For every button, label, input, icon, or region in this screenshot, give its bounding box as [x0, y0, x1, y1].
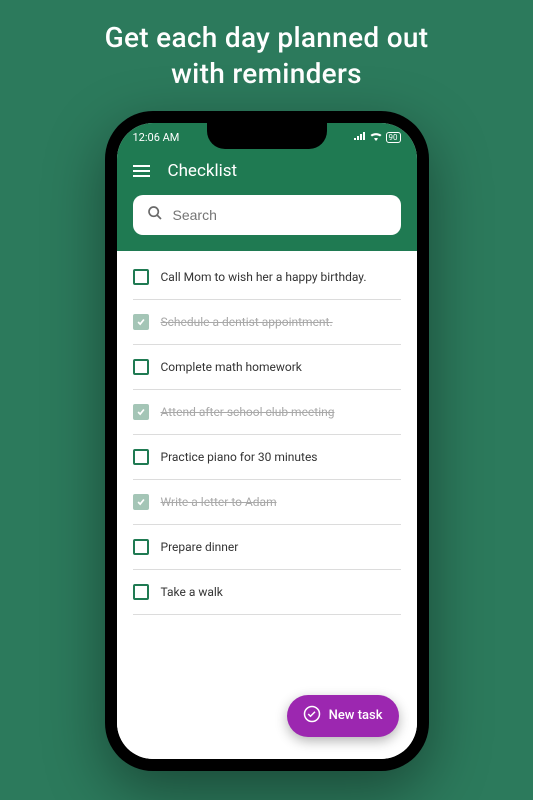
task-item[interactable]: Write a letter to Adam: [133, 480, 401, 525]
status-right: 90: [354, 132, 401, 144]
header-top: Checklist: [133, 161, 401, 181]
check-circle-icon: [303, 705, 321, 727]
task-checkbox[interactable]: [133, 539, 149, 555]
task-label: Prepare dinner: [161, 540, 239, 554]
promo-line2: with reminders: [171, 57, 362, 90]
task-item[interactable]: Practice piano for 30 minutes: [133, 435, 401, 480]
task-checkbox[interactable]: [133, 359, 149, 375]
task-label: Write a letter to Adam: [161, 495, 277, 509]
task-item[interactable]: Schedule a dentist appointment.: [133, 300, 401, 345]
promo-heading: Get each day planned out with reminders: [105, 20, 429, 93]
task-label: Take a walk: [161, 585, 223, 599]
task-list: Call Mom to wish her a happy birthday. Sc…: [117, 251, 417, 759]
promo-line1: Get each day planned out: [105, 21, 429, 54]
task-item[interactable]: Call Mom to wish her a happy birthday.: [133, 255, 401, 300]
menu-icon[interactable]: [133, 165, 150, 177]
search-box[interactable]: [133, 195, 401, 235]
task-checkbox[interactable]: [133, 449, 149, 465]
task-checkbox[interactable]: [133, 314, 149, 330]
task-label: Practice piano for 30 minutes: [161, 450, 318, 464]
task-label: Complete math homework: [161, 360, 302, 374]
phone-screen: 12:06 AM 90 Checklist: [117, 123, 417, 759]
search-input[interactable]: [173, 207, 387, 223]
task-item[interactable]: Complete math homework: [133, 345, 401, 390]
battery-icon: 90: [386, 132, 401, 143]
task-checkbox[interactable]: [133, 404, 149, 420]
signal-icon: [354, 132, 366, 143]
notch: [207, 123, 327, 149]
fab-label: New task: [329, 708, 383, 723]
wifi-icon: [370, 132, 382, 144]
task-checkbox[interactable]: [133, 584, 149, 600]
phone-frame: 12:06 AM 90 Checklist: [105, 111, 429, 771]
task-checkbox[interactable]: [133, 269, 149, 285]
task-item[interactable]: Prepare dinner: [133, 525, 401, 570]
search-icon: [147, 205, 163, 225]
new-task-button[interactable]: New task: [287, 695, 399, 737]
status-time: 12:06 AM: [133, 131, 180, 144]
task-label: Call Mom to wish her a happy birthday.: [161, 270, 367, 284]
task-label: Schedule a dentist appointment.: [161, 315, 333, 329]
task-item[interactable]: Attend after school club meeting: [133, 390, 401, 435]
app-header: Checklist: [117, 153, 417, 251]
app-title: Checklist: [168, 161, 238, 181]
task-checkbox[interactable]: [133, 494, 149, 510]
task-item[interactable]: Take a walk: [133, 570, 401, 615]
task-label: Attend after school club meeting: [161, 405, 335, 419]
